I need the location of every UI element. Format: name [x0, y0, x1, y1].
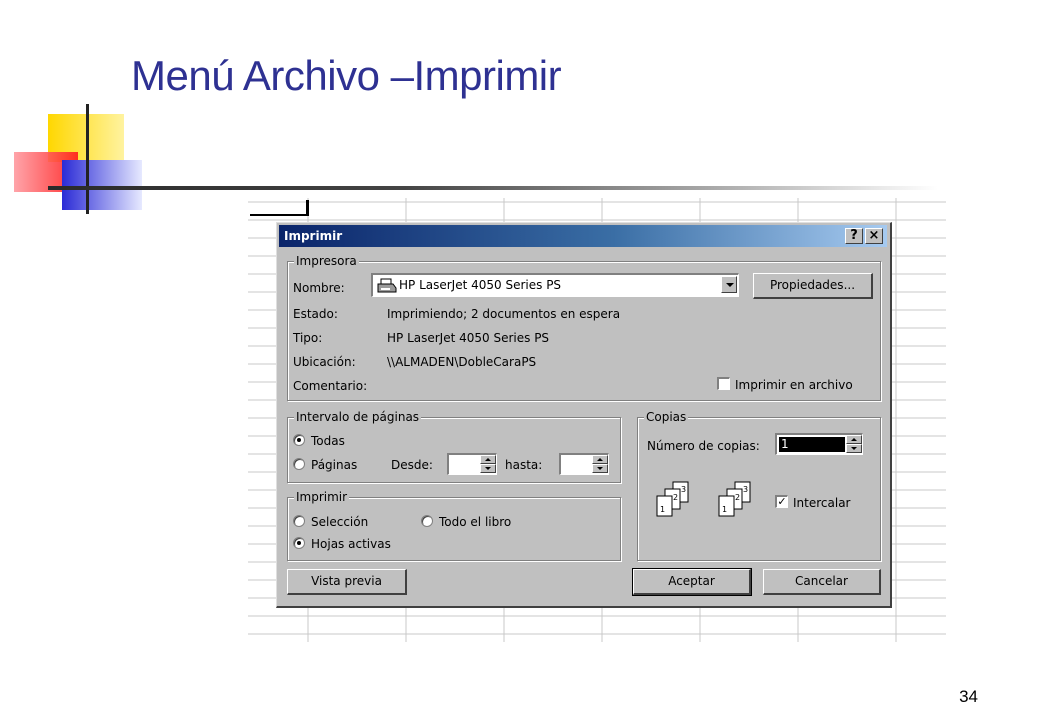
- printer-icon: [377, 278, 397, 293]
- printer-name-select[interactable]: HP LaserJet 4050 Series PS: [371, 273, 739, 297]
- page-number: 34: [959, 687, 978, 706]
- location-value: \\ALMADEN\DobleCaraPS: [387, 355, 537, 369]
- copies-number-value: 1: [779, 437, 845, 452]
- dialog-title: Imprimir: [284, 229, 343, 243]
- print-what-group: Imprimir: [287, 490, 621, 561]
- from-label: Desde:: [391, 458, 433, 472]
- comment-label: Comentario:: [293, 379, 368, 393]
- selection-radio[interactable]: [293, 515, 305, 527]
- printer-name-value: HP LaserJet 4050 Series PS: [399, 278, 562, 292]
- printer-name-label: Nombre:: [293, 281, 345, 295]
- to-spinner[interactable]: [559, 453, 609, 475]
- svg-text:1: 1: [722, 505, 727, 514]
- svg-text:3: 3: [681, 485, 686, 494]
- page-range-legend: Intervalo de páginas: [294, 410, 422, 424]
- type-label: Tipo:: [293, 331, 323, 345]
- close-icon[interactable]: ×: [865, 228, 883, 244]
- help-icon[interactable]: ?: [845, 228, 863, 244]
- copies-number-label: Número de copias:: [647, 439, 760, 453]
- workbook-radio[interactable]: [421, 515, 433, 527]
- spin-down-icon[interactable]: [846, 444, 862, 453]
- active-sheets-label: Hojas activas: [311, 537, 391, 551]
- title-underline: [48, 186, 938, 190]
- to-label: hasta:: [505, 458, 543, 472]
- properties-button[interactable]: Propiedades...: [753, 273, 873, 299]
- spin-down-icon[interactable]: [480, 464, 496, 473]
- cancel-button[interactable]: Cancelar: [763, 569, 881, 595]
- slide-decoration: [14, 104, 142, 214]
- from-spinner[interactable]: [447, 453, 497, 475]
- status-label: Estado:: [293, 307, 338, 321]
- svg-text:2: 2: [673, 493, 678, 502]
- range-pages-label: Páginas: [311, 458, 358, 472]
- dialog-titlebar[interactable]: Imprimir ? ×: [279, 225, 887, 247]
- selection-label: Selección: [311, 515, 369, 529]
- type-value: HP LaserJet 4050 Series PS: [387, 331, 550, 345]
- print-to-file-label: Imprimir en archivo: [735, 378, 853, 392]
- range-all-label: Todas: [311, 434, 345, 448]
- active-sheets-radio[interactable]: [293, 537, 305, 549]
- status-value: Imprimiendo; 2 documentos en espera: [387, 307, 621, 321]
- svg-text:2: 2: [735, 493, 740, 502]
- copies-spinner[interactable]: 1: [775, 433, 863, 455]
- svg-text:1: 1: [660, 505, 665, 514]
- print-dialog: Imprimir ? × Impresora Nombre: HP LaserJ…: [276, 222, 892, 608]
- range-all-radio[interactable]: [293, 434, 305, 446]
- collate-pages-icon: 3 2 1: [656, 481, 689, 517]
- spin-down-icon[interactable]: [592, 464, 608, 473]
- copies-legend: Copias: [644, 410, 689, 424]
- print-preview-button[interactable]: Vista previa: [287, 569, 407, 595]
- slide-title: Menú Archivo –Imprimir: [131, 52, 562, 99]
- chevron-down-icon[interactable]: [721, 276, 737, 293]
- collate-checkbox[interactable]: ✓: [775, 495, 788, 508]
- workbook-label: Todo el libro: [439, 515, 512, 529]
- print-what-legend: Imprimir: [294, 490, 350, 504]
- print-to-file-checkbox[interactable]: [717, 377, 730, 390]
- spin-up-icon[interactable]: [592, 455, 608, 464]
- svg-text:3: 3: [743, 485, 748, 494]
- spin-up-icon[interactable]: [480, 455, 496, 464]
- collate-pages-icon: 3 2 1: [718, 481, 751, 517]
- ok-button[interactable]: Aceptar: [632, 568, 752, 596]
- range-pages-radio[interactable]: [293, 458, 305, 470]
- location-label: Ubicación:: [293, 355, 356, 369]
- printer-group-legend: Impresora: [294, 254, 359, 268]
- spin-up-icon[interactable]: [846, 435, 862, 444]
- collate-label: Intercalar: [793, 496, 851, 510]
